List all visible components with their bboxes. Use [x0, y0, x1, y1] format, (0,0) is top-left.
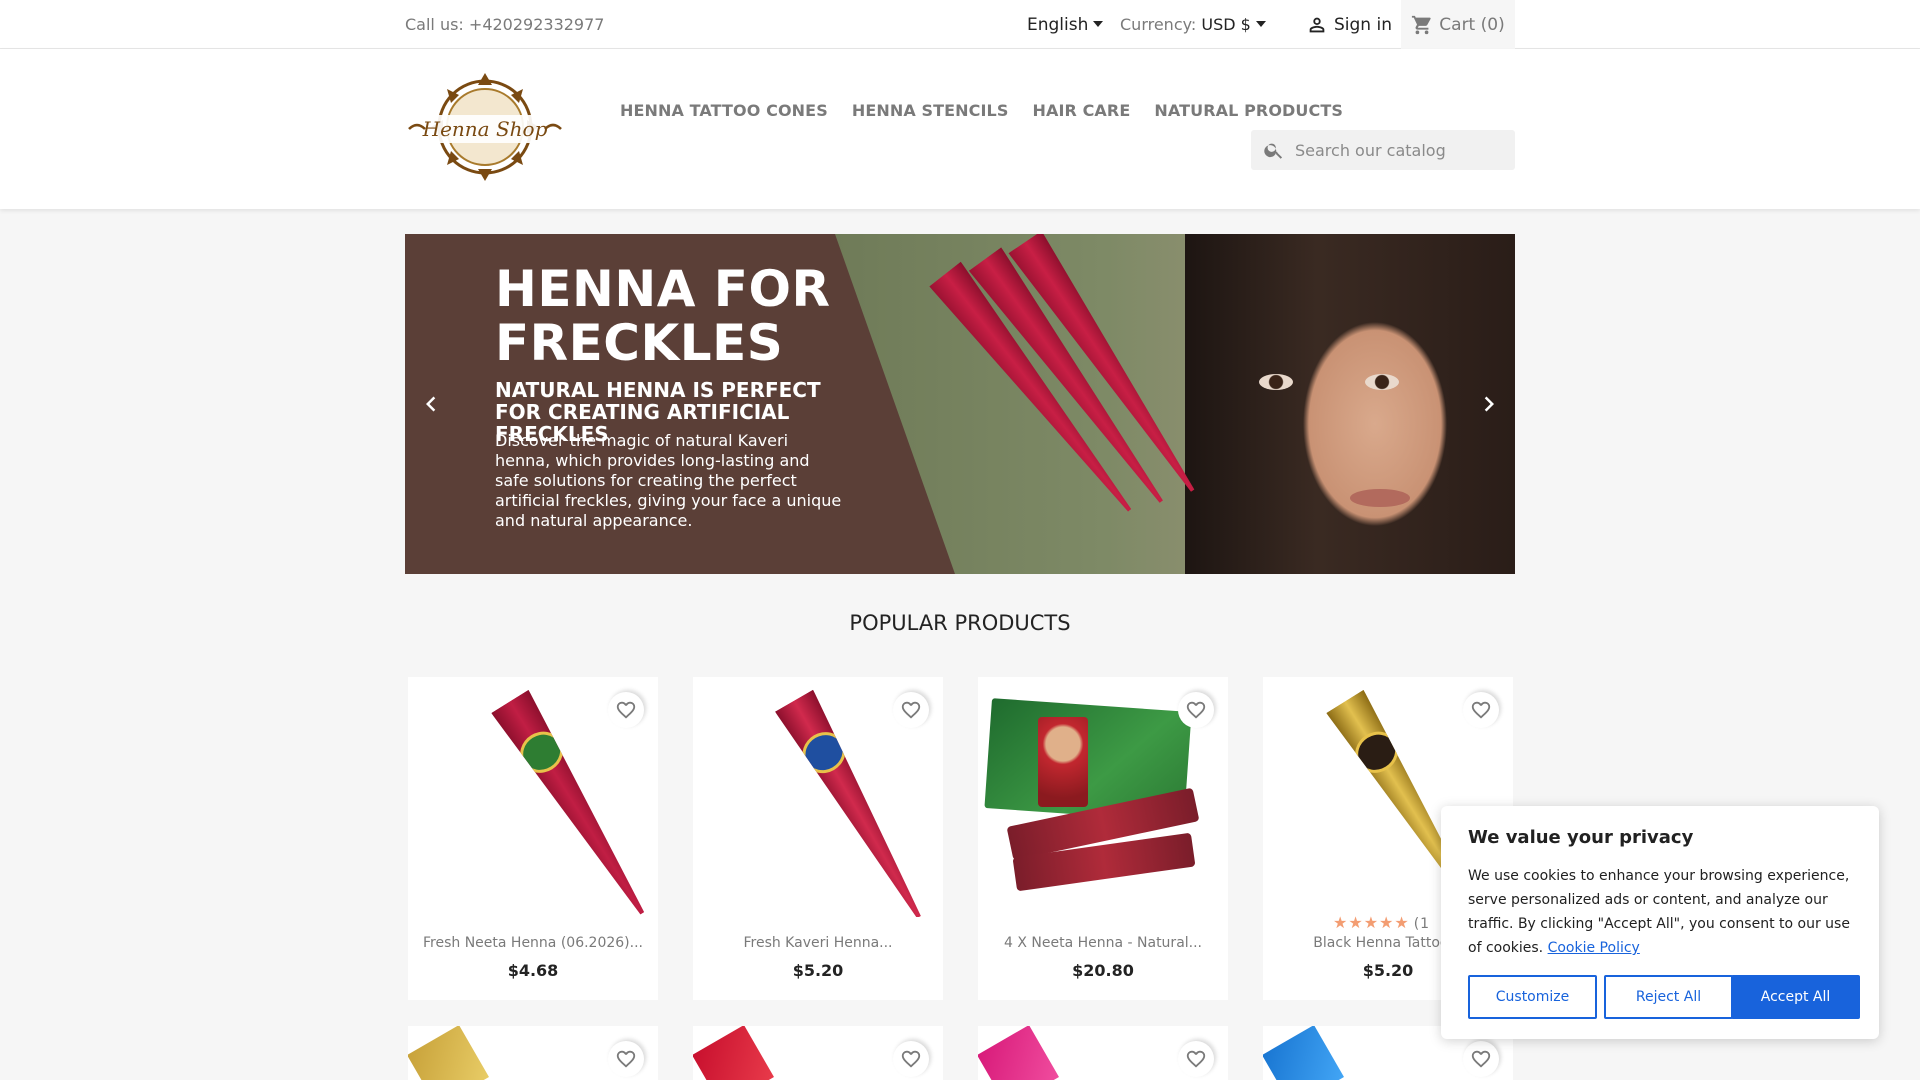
henna-shop-logo[interactable]: Henna Shop — [405, 69, 565, 189]
banner-description: Discover the magic of natural Kaveri hen… — [495, 431, 842, 530]
currency-selector[interactable]: Currency: USD $ — [1120, 15, 1266, 34]
cone-label — [1347, 724, 1406, 781]
nav-henna-stencils[interactable]: HENNA STENCILS — [852, 101, 1009, 120]
heart-icon — [616, 1050, 636, 1068]
banner-model-eye — [1365, 374, 1399, 390]
banner-model-eye — [1259, 374, 1293, 390]
box-model-image — [1038, 717, 1088, 807]
cookie-message: We use cookies to enhance your browsing … — [1468, 864, 1858, 960]
product-price: $4.68 — [507, 961, 559, 980]
heart-icon — [1471, 1050, 1491, 1068]
nav-henna-tattoo-cones[interactable]: HENNA TATTOO CONES — [620, 101, 828, 120]
accept-all-button[interactable]: Accept All — [1731, 975, 1860, 1019]
caret-down-icon — [1255, 21, 1266, 27]
product-name[interactable]: Fresh Kaveri Henna... — [693, 935, 943, 951]
nav-natural-products[interactable]: NATURAL PRODUCTS — [1154, 101, 1343, 120]
contact-phone: Call us: +420292332977 — [405, 15, 605, 34]
cart-button[interactable]: Cart (0) — [1401, 0, 1515, 49]
heart-icon — [616, 701, 636, 719]
chevron-right-icon — [1484, 396, 1494, 412]
wishlist-button[interactable] — [893, 1041, 929, 1077]
cookie-policy-link[interactable]: Cookie Policy — [1548, 940, 1640, 956]
product-price: $5.20 — [792, 961, 844, 980]
product-image[interactable] — [1263, 1026, 1344, 1080]
site-header: Henna Shop HENNA TATTOO CONES HENNA STEN… — [0, 49, 1920, 209]
wishlist-button[interactable] — [608, 1041, 644, 1077]
search-box — [1251, 130, 1515, 170]
carousel-next-button[interactable] — [1471, 386, 1507, 422]
top-bar: Call us: +420292332977 English Currency:… — [0, 0, 1920, 49]
banner-model-image — [1185, 234, 1515, 574]
customize-button[interactable]: Customize — [1468, 975, 1597, 1019]
popular-products-title: POPULAR PRODUCTS — [849, 611, 1071, 635]
caret-down-icon — [1093, 21, 1104, 27]
reject-all-button[interactable]: Reject All — [1604, 975, 1733, 1019]
product-card[interactable]: Fresh Kaveri Henna... $5.20 — [693, 677, 943, 1000]
search-icon[interactable] — [1263, 139, 1285, 161]
carousel-prev-button[interactable] — [413, 386, 449, 422]
language-value: English — [1027, 15, 1089, 35]
cart-icon — [1412, 15, 1431, 34]
heart-icon — [901, 1050, 921, 1068]
product-rating: ★★★★★ (1 — [1333, 913, 1430, 932]
cone-label — [795, 724, 853, 781]
cart-label: Cart (0) — [1439, 14, 1505, 35]
search-input[interactable] — [1295, 140, 1495, 160]
banner-model-lips — [1350, 489, 1410, 507]
wishlist-button[interactable] — [893, 692, 929, 728]
currency-value: USD $ — [1201, 15, 1251, 34]
rating-count: (1 — [1413, 916, 1431, 932]
heart-icon — [901, 701, 921, 719]
product-name[interactable]: Fresh Neeta Henna (06.2026)... — [408, 935, 658, 951]
rating-stars: ★★★★★ — [1333, 913, 1410, 932]
language-selector[interactable]: English — [1027, 15, 1104, 35]
sign-in-label: Sign in — [1334, 15, 1392, 35]
heart-icon — [1186, 1050, 1206, 1068]
product-image[interactable] — [978, 1026, 1059, 1080]
chevron-left-icon — [426, 396, 436, 412]
sign-in-link[interactable]: Sign in — [1306, 14, 1392, 36]
nav-hair-care[interactable]: HAIR CARE — [1032, 101, 1130, 120]
wishlist-button[interactable] — [1178, 1041, 1214, 1077]
cone-label — [512, 724, 571, 781]
currency-label: Currency: — [1120, 15, 1197, 34]
hero-carousel[interactable]: HENNA FOR FRECKLES NATURAL HENNA IS PERF… — [405, 234, 1515, 574]
cookie-title: We value your privacy — [1468, 827, 1694, 848]
wishlist-button[interactable] — [1178, 692, 1214, 728]
wishlist-button[interactable] — [1463, 1041, 1499, 1077]
product-card[interactable] — [978, 1026, 1228, 1080]
banner-title: HENNA FOR FRECKLES — [495, 260, 831, 372]
heart-icon — [1471, 701, 1491, 719]
person-icon — [1309, 17, 1325, 33]
cookie-text: We use cookies to enhance your browsing … — [1468, 868, 1850, 956]
cookie-consent-dialog: We value your privacy We use cookies to … — [1441, 806, 1879, 1039]
product-image[interactable] — [693, 1026, 774, 1080]
product-name[interactable]: 4 X Neeta Henna - Natural... — [978, 935, 1228, 951]
product-card[interactable] — [693, 1026, 943, 1080]
product-price: $20.80 — [1072, 961, 1134, 980]
product-card[interactable] — [408, 1026, 658, 1080]
product-image[interactable] — [408, 1026, 489, 1080]
wishlist-button[interactable] — [608, 692, 644, 728]
logo-text: Henna Shop — [422, 117, 548, 141]
heart-icon — [1186, 701, 1206, 719]
main-navigation: HENNA TATTOO CONES HENNA STENCILS HAIR C… — [620, 101, 1343, 120]
product-card[interactable]: Fresh Neeta Henna (06.2026)... $4.68 — [408, 677, 658, 1000]
wishlist-button[interactable] — [1463, 692, 1499, 728]
product-card[interactable]: 4 X Neeta Henna - Natural... $20.80 — [978, 677, 1228, 1000]
